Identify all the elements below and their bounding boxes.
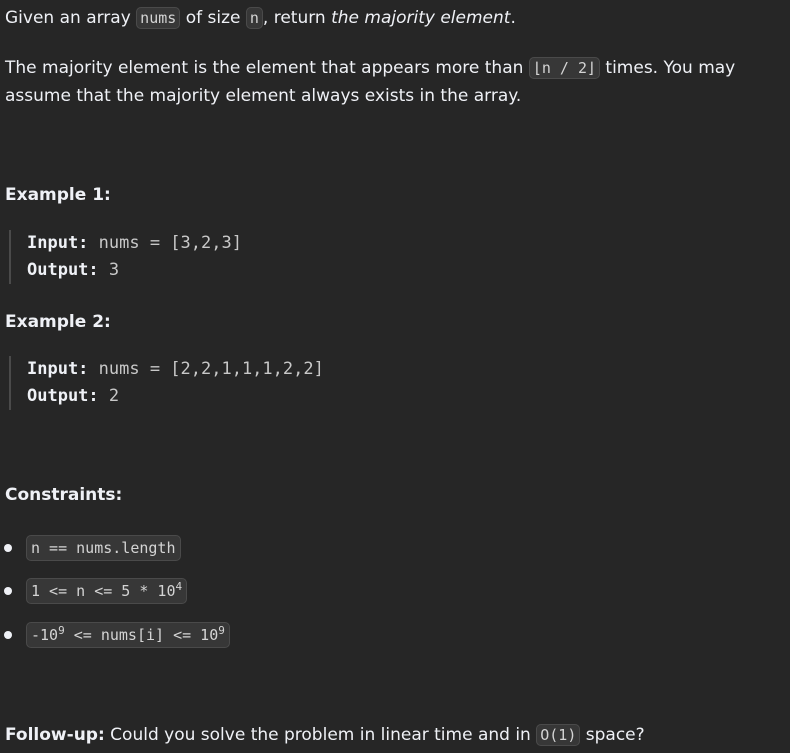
example-1-input: Input: nums = [3,2,3] [27,230,242,257]
example-2-title: Example 2: [5,312,111,332]
follow-up-text-post: space? [580,725,645,745]
constraint-item: -109 <= nums[i] <= 109 [4,622,230,648]
intro-text-mid: of size [180,8,246,28]
constraint-exponent: 9 [58,624,65,637]
code-floor-n-2: ⌊n / 2⌋ [528,57,601,79]
constraint-lower: -10 [31,626,59,644]
constraints-title: Constraints: [5,485,123,505]
output-value: 2 [98,386,120,406]
intro-emphasis: the majority element [331,8,511,28]
output-value: 3 [98,260,120,280]
example-1-output: Output: 3 [27,257,242,284]
example-1-block: Input: nums = [3,2,3] Output: 3 [9,230,242,284]
input-label: Input: [27,359,89,379]
definition-text: The majority element is the element that… [5,58,529,78]
intro-end: . [510,8,516,28]
input-value: nums = [3,2,3] [88,233,242,253]
output-label: Output: [27,260,99,280]
output-label: Output: [27,386,99,406]
constraint-code: n == nums.length [26,535,181,561]
constraint-mid: <= nums[i] <= 10 [64,626,219,644]
input-label: Input: [27,233,89,253]
code-n: n [245,7,263,29]
constraint-item: 1 <= n <= 5 * 104 [4,578,188,604]
constraint-code: 1 <= n <= 5 * 104 [26,578,188,604]
constraint-code: -109 <= nums[i] <= 109 [26,622,230,648]
example-2-input: Input: nums = [2,2,1,1,1,2,2] [27,356,324,383]
example-2-block: Input: nums = [2,2,1,1,1,2,2] Output: 2 [9,356,324,410]
intro-text: Given an array [5,8,137,28]
problem-intro: Given an array nums of size n, return th… [5,4,786,32]
intro-text-post: , return [262,8,332,28]
follow-up: Follow-up: Could you solve the problem i… [5,721,786,749]
constraint-base: 1 <= n <= 5 * 10 [31,582,176,600]
code-nums: nums [136,7,181,29]
input-value: nums = [2,2,1,1,1,2,2] [88,359,324,379]
problem-definition: The majority element is the element that… [5,54,786,110]
example-1-title: Example 1: [5,185,111,205]
bullet-icon [4,631,12,639]
follow-up-text: Could you solve the problem in linear ti… [104,725,537,745]
constraint-exponent: 4 [175,580,183,593]
bullet-icon [4,587,12,595]
bullet-icon [4,544,12,552]
follow-up-label: Follow-up: [5,725,105,745]
constraint-exponent: 9 [218,624,225,637]
code-o-1: O(1) [536,724,581,746]
example-2-output: Output: 2 [27,383,324,410]
constraint-item: n == nums.length [4,535,181,561]
